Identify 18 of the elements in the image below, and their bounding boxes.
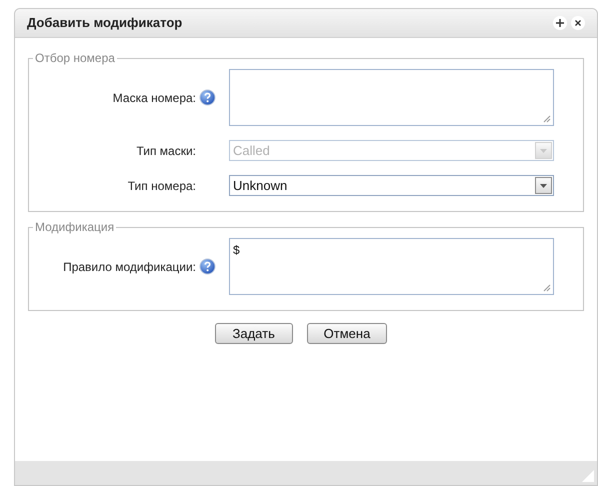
- help-icon[interactable]: [199, 89, 216, 106]
- section-legend: Отбор номера: [33, 49, 117, 67]
- dialog-button[interactable]: Отмена: [306, 323, 388, 344]
- field-label: Тип номера:: [128, 178, 196, 194]
- dialog-button[interactable]: Задать: [214, 323, 293, 344]
- dropdown[interactable]: Unknown: [229, 175, 554, 196]
- window-title: Добавить модификатор: [27, 14, 184, 32]
- field-label: Тип маски:: [136, 142, 196, 160]
- plus-icon[interactable]: [553, 16, 567, 30]
- close-icon[interactable]: [571, 16, 585, 30]
- help-icon[interactable]: [199, 258, 216, 275]
- resize-grip-icon[interactable]: [543, 115, 551, 123]
- section-legend: Модификация: [33, 218, 116, 236]
- resize-grip-icon[interactable]: [582, 470, 594, 482]
- field-label: Маска номера:: [112, 90, 196, 106]
- field-label: Правило модификации:: [63, 258, 196, 276]
- resize-grip-icon[interactable]: [543, 284, 551, 292]
- text-area[interactable]: $: [229, 238, 554, 295]
